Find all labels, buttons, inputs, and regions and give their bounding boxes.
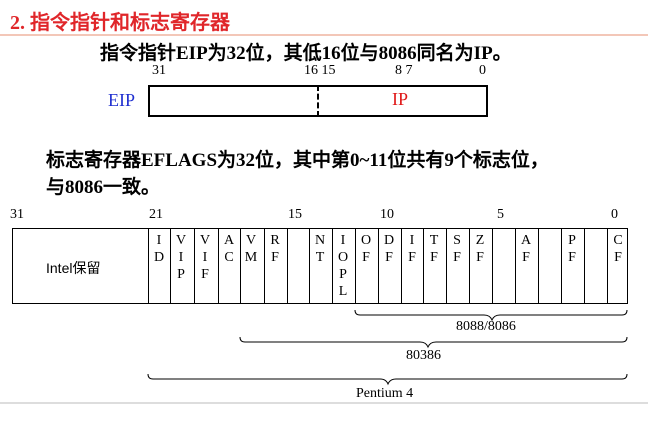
group-label-pentium4: Pentium 4 [356, 386, 414, 401]
flag-ac: A C [223, 233, 235, 265]
register-cell-divider [538, 228, 539, 304]
flag-cf: C F [613, 233, 623, 265]
flag-id: I D [153, 233, 165, 265]
flag-vm: V M [244, 233, 258, 265]
flag-pf: P F [568, 233, 576, 265]
flag-vip: V I P [175, 233, 187, 282]
bottom-rule [0, 402, 648, 404]
group-braces [147, 309, 628, 386]
flag-rf: R F [270, 233, 280, 265]
flag-if: I F [408, 233, 416, 265]
group-label-8088-8086: 8088/8086 [456, 319, 516, 334]
flag-zf: Z F [475, 233, 485, 265]
flag-iopl: I O P L [337, 233, 349, 299]
flag-af: A F [520, 233, 532, 265]
group-label-80386: 80386 [406, 348, 441, 363]
brace-pentium4 [147, 373, 628, 386]
flag-df: D F [383, 233, 395, 265]
brace-80386 [239, 336, 628, 349]
flag-nt: N T [314, 233, 326, 265]
flag-sf: S F [453, 233, 461, 265]
flag-vif: V I F [199, 233, 211, 282]
flag-of: O F [360, 233, 372, 265]
register-cell-divider [492, 228, 493, 304]
register-cell-divider [584, 228, 585, 304]
flag-tf: T F [429, 233, 439, 265]
register-cell-divider [287, 228, 288, 304]
